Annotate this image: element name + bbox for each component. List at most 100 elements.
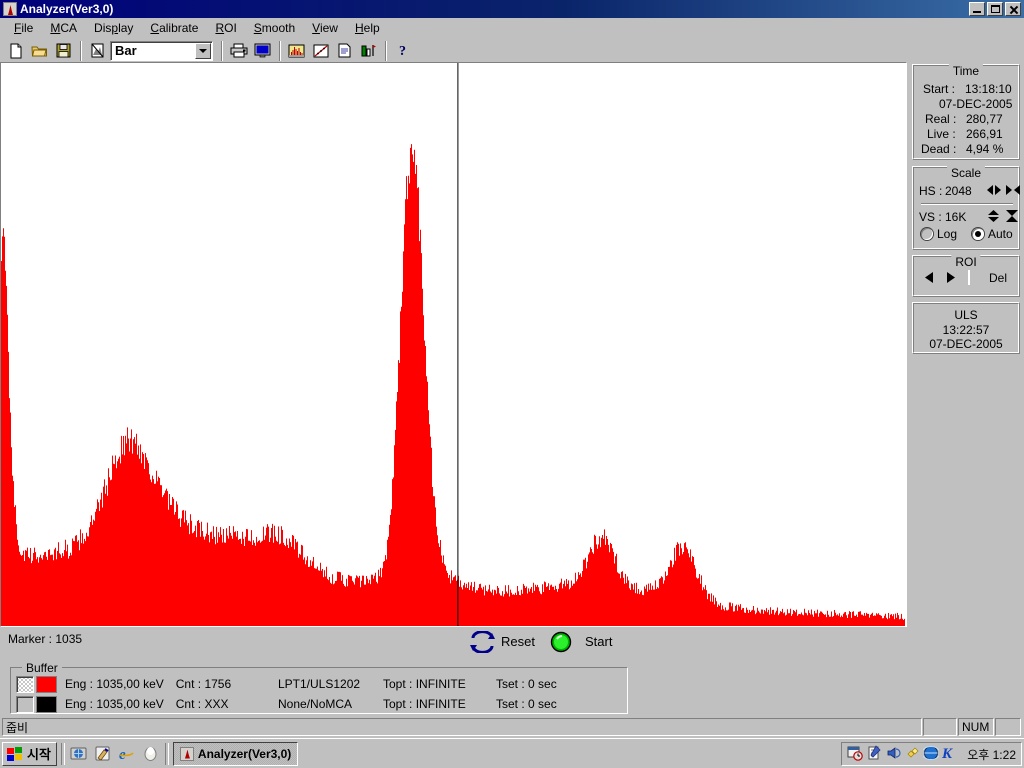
toolbar-separator-3	[279, 40, 281, 61]
uls-title: ULS	[954, 308, 978, 322]
status-panel-2	[923, 718, 957, 736]
buffer-enable-checkbox[interactable]	[16, 695, 34, 713]
left-triangle-icon	[925, 272, 933, 283]
spectrum-plot[interactable]	[0, 62, 907, 627]
buffer-device: None/NoMCA	[278, 697, 353, 711]
hs-full-button[interactable]	[1005, 184, 1021, 199]
new-file-icon[interactable]	[4, 39, 27, 62]
menu-roi[interactable]: ROI	[207, 19, 245, 37]
vs-value: 16K	[945, 210, 967, 224]
open-folder-icon[interactable]	[28, 39, 51, 62]
vs-pan-button[interactable]	[987, 209, 1000, 226]
close-button[interactable]	[1005, 2, 1021, 16]
hs-label: HS :	[919, 184, 943, 198]
print-icon[interactable]	[227, 39, 250, 62]
left-right-arrows-icon	[987, 185, 1001, 195]
title-bar: Analyzer(Ver3,0)	[0, 0, 1024, 18]
buffer-enable-checkbox[interactable]	[16, 675, 34, 693]
buffer-eng-label: Eng :	[65, 677, 94, 691]
scale-panel: Scale HS : 2048 VS : 16K Log Auto	[912, 166, 1020, 250]
menu-smooth[interactable]: Smooth	[246, 19, 304, 37]
spectrum-icon	[3, 2, 17, 16]
scale-panel-title: Scale	[946, 166, 986, 180]
scale-divider	[921, 203, 1013, 205]
status-message: 줍비	[6, 720, 29, 735]
status-numlock-panel: NUM	[958, 718, 994, 736]
paint-brush-icon[interactable]	[93, 744, 113, 764]
monitor-icon[interactable]	[251, 39, 274, 62]
roi-del-button[interactable]: Del	[989, 271, 1007, 285]
menu-file[interactable]: FFileile	[6, 19, 42, 37]
taskbar-item-analyzer[interactable]: Analyzer(Ver3,0)	[172, 741, 299, 766]
menu-calibrate[interactable]: Calibrate	[142, 19, 207, 37]
menu-mca[interactable]: MCA	[42, 19, 86, 37]
buffer-panel-title: Buffer	[22, 661, 62, 675]
reset-button[interactable]	[469, 630, 496, 656]
menu-display[interactable]: Display	[86, 19, 142, 37]
toolbar: Bar ?	[0, 38, 1024, 63]
roi-panel: ROI Del	[912, 255, 1020, 297]
start-label[interactable]: Start	[585, 634, 612, 649]
green-led-icon	[550, 631, 572, 653]
buffer-cnt: Cnt : 1756	[176, 677, 231, 691]
buffer-cnt: Cnt : XXX	[176, 697, 229, 711]
log-radio[interactable]	[921, 228, 933, 240]
auto-radio[interactable]	[972, 228, 984, 240]
buffer-cnt-value: XXX	[204, 697, 229, 711]
spectrum-icon	[179, 746, 194, 761]
spectrum-canvas[interactable]	[1, 63, 906, 626]
vs-full-button[interactable]	[1005, 209, 1019, 226]
maximize-button[interactable]	[987, 2, 1003, 16]
help-question-icon[interactable]: ?	[391, 39, 414, 62]
toolbar-separator-2	[221, 40, 223, 61]
roi-prev-button[interactable]	[923, 271, 936, 287]
buffer-color-swatch[interactable]	[36, 695, 57, 713]
internet-explorer-icon[interactable]: e	[117, 744, 137, 764]
status-panel-4	[995, 718, 1021, 736]
yellow-diamonds-icon[interactable]	[904, 745, 920, 764]
reset-label[interactable]: Reset	[501, 634, 535, 649]
uls-date: 07-DEC-2005	[929, 337, 1003, 351]
roi-panel-title: ROI	[951, 255, 981, 269]
buffer-topt-label: Topt :	[383, 697, 413, 711]
time-dead-value: 4,94 %	[966, 142, 1004, 156]
uls-panel: ULS 13:22:57 07-DEC-2005	[912, 302, 1020, 354]
pen-tablet-icon[interactable]	[866, 744, 882, 764]
menu-view[interactable]: View	[304, 19, 347, 37]
svg-text:?: ?	[399, 44, 406, 58]
ime-korean-icon[interactable]: K	[941, 745, 958, 764]
analyzer-window: Analyzer(Ver3,0) FFileile MCA Display Ca…	[0, 0, 1024, 716]
display-mode-combo[interactable]: Bar	[110, 40, 213, 61]
blue-globe-icon[interactable]	[921, 745, 941, 764]
tray-clock[interactable]: 오후 1:22	[967, 746, 1016, 763]
network-speaker-icon[interactable]	[885, 745, 901, 764]
buffer-color-swatch[interactable]	[36, 675, 57, 693]
calibrate-chart-icon[interactable]	[309, 39, 332, 62]
menu-help[interactable]: Help	[347, 19, 389, 37]
fit-horizontal-icon	[1006, 185, 1020, 195]
buffer-eng: Eng : 1035,00 keV	[65, 697, 164, 711]
buffer-tset-value: 0 sec	[528, 697, 557, 711]
roi-bars-icon[interactable]	[357, 39, 380, 62]
scheduler-clock-icon[interactable]	[847, 745, 864, 764]
document-icon[interactable]	[333, 39, 356, 62]
table-row[interactable]: Eng : 1035,00 keV Cnt : XXX None/NoMCA T…	[16, 694, 557, 714]
buffer-cnt-label: Cnt :	[175, 697, 202, 711]
start-button-taskbar[interactable]: 시작	[2, 741, 57, 766]
menu-bar: FFileile MCA Display Calibrate ROI Smoot…	[0, 18, 1024, 37]
taskbar-item-label: Analyzer(Ver3,0)	[197, 746, 292, 761]
buffer-eng: Eng : 1035,00 keV	[65, 677, 164, 691]
outlook-mail-icon[interactable]	[141, 744, 161, 764]
roi-next-button[interactable]	[944, 271, 957, 287]
report-icon[interactable]	[86, 39, 109, 62]
minimize-button[interactable]	[969, 2, 985, 16]
start-button[interactable]	[550, 631, 572, 656]
time-panel: Time Start : 13:18:10 07-DEC-2005 Real :…	[912, 64, 1020, 160]
channels-globe-icon[interactable]	[69, 744, 89, 764]
hs-pan-button[interactable]	[985, 184, 1003, 199]
quick-launch-bar: e	[69, 744, 161, 764]
table-row[interactable]: Eng : 1035,00 keV Cnt : 1756 LPT1/ULS120…	[16, 674, 557, 694]
spectrum-bar-icon[interactable]	[285, 39, 308, 62]
chevron-down-icon[interactable]	[195, 42, 211, 59]
save-disk-icon[interactable]	[52, 39, 75, 62]
